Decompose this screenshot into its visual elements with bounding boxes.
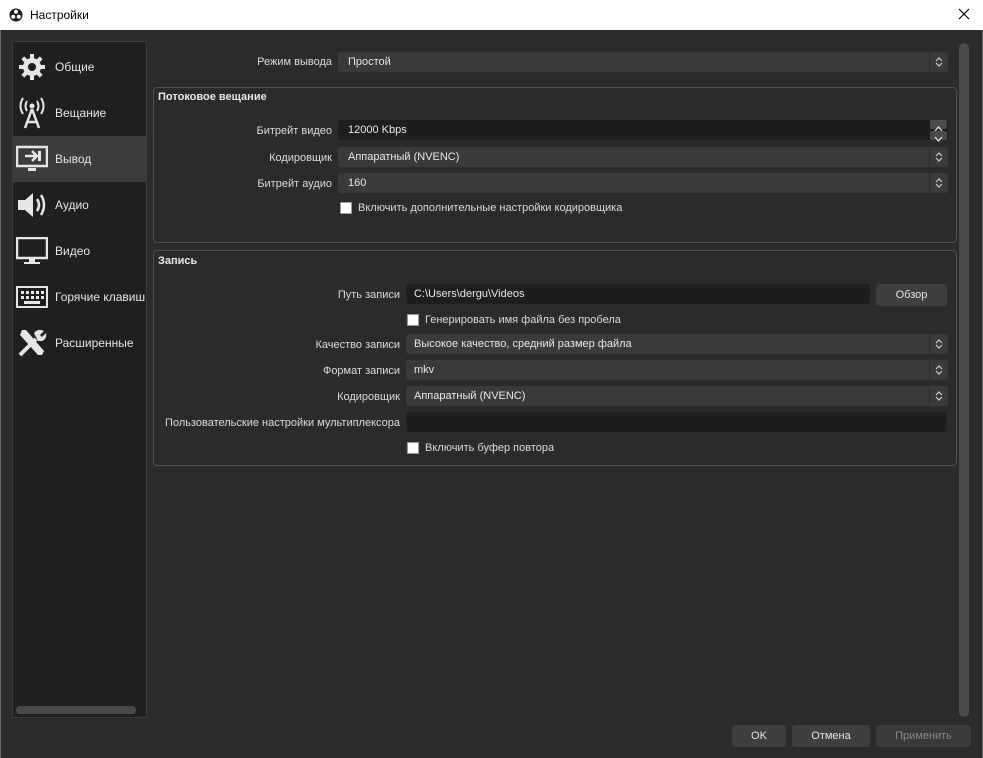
apply-button[interactable]: Применить — [876, 725, 971, 747]
checkbox-box[interactable] — [340, 202, 352, 214]
sidebar-item-output[interactable]: Вывод — [13, 136, 146, 182]
title-bar: Настройки — [0, 0, 983, 30]
bitrate-stepper[interactable] — [930, 120, 948, 142]
recording-format-select[interactable]: mkv — [406, 360, 948, 380]
stream-encoder-label: Кодировщик — [269, 152, 332, 164]
sidebar-item-hotkeys[interactable]: Горячие клавиш — [13, 274, 146, 320]
browse-button[interactable]: Обзор — [876, 284, 947, 306]
sidebar-item-label: Вещание — [55, 106, 107, 120]
sidebar-item-label: Общие — [55, 60, 95, 74]
sidebar-item-label: Видео — [55, 244, 91, 258]
recording-quality-label: Качество записи — [315, 339, 400, 351]
video-bitrate-value: 12000 Kbps — [348, 124, 407, 136]
stepper-up-icon[interactable] — [930, 120, 947, 132]
stepper-down-icon[interactable] — [930, 131, 947, 142]
broadcast-icon — [15, 96, 49, 130]
streaming-group-title: Потоковое вещание — [158, 91, 267, 103]
output-mode-value: Простой — [348, 56, 391, 68]
output-mode-label: Режим вывода — [257, 56, 332, 68]
sidebar-item-label: Аудио — [55, 198, 89, 212]
updown-arrows-icon — [929, 386, 948, 406]
recording-quality-select[interactable]: Высокое качество, средний размер файла — [406, 334, 948, 354]
audio-bitrate-select[interactable]: 160 — [338, 173, 948, 193]
sidebar-horizontal-scrollbar[interactable] — [16, 706, 136, 714]
updown-arrows-icon — [929, 360, 948, 380]
replay-buffer-checkbox[interactable]: Включить буфер повтора — [407, 442, 554, 454]
keyboard-icon — [15, 280, 49, 314]
tools-icon — [15, 326, 49, 360]
sidebar-item-general[interactable]: Общие — [13, 44, 146, 90]
obs-logo-icon — [9, 8, 23, 22]
sidebar-item-label: Вывод — [55, 152, 92, 166]
recording-encoder-value: Аппаратный (NVENC) — [414, 390, 526, 402]
muxer-settings-input[interactable] — [406, 412, 947, 432]
no-space-filename-checkbox[interactable]: Генерировать имя файла без пробела — [407, 314, 621, 326]
recording-format-value: mkv — [414, 364, 435, 376]
advanced-encoder-checkbox-label: Включить дополнительные настройки кодиро… — [358, 202, 623, 214]
stream-encoder-value: Аппаратный (NVENC) — [348, 151, 460, 163]
recording-path-label: Путь записи — [337, 289, 400, 301]
output-mode-select[interactable]: Простой — [338, 52, 948, 72]
checkbox-box[interactable] — [407, 314, 419, 326]
audio-bitrate-value: 160 — [348, 177, 367, 189]
muxer-settings-label: Пользовательские настройки мультиплексор… — [165, 417, 400, 429]
monitor-icon — [15, 234, 49, 268]
updown-arrows-icon — [929, 334, 948, 354]
recording-path-value: C:\Users\dergu\Videos — [414, 288, 525, 300]
stream-encoder-select[interactable]: Аппаратный (NVENC) — [338, 147, 948, 167]
sidebar-item-stream[interactable]: Вещание — [13, 90, 146, 136]
sidebar-item-label: Горячие клавиш — [55, 290, 146, 304]
recording-format-label: Формат записи — [322, 365, 400, 377]
advanced-encoder-checkbox[interactable]: Включить дополнительные настройки кодиро… — [340, 202, 622, 214]
close-icon[interactable] — [955, 5, 973, 23]
recording-encoder-label: Кодировщик — [337, 391, 400, 403]
updown-arrows-icon — [929, 173, 948, 193]
ok-button[interactable]: OK — [732, 725, 786, 747]
no-space-filename-label: Генерировать имя файла без пробела — [425, 314, 621, 326]
video-bitrate-spinbox[interactable]: 12000 Kbps — [338, 120, 948, 142]
sidebar-item-audio[interactable]: Аудио — [13, 182, 146, 228]
cancel-button[interactable]: Отмена — [792, 725, 870, 747]
sidebar-item-video[interactable]: Видео — [13, 228, 146, 274]
sidebar-item-label: Расширенные — [55, 336, 134, 350]
checkbox-box[interactable] — [407, 442, 419, 454]
audio-bitrate-label: Битрейт аудио — [257, 178, 332, 190]
window-title: Настройки — [30, 8, 89, 22]
speaker-icon — [15, 188, 49, 222]
updown-arrows-icon — [929, 147, 948, 167]
recording-group-title: Запись — [158, 255, 198, 267]
gear-icon — [15, 50, 49, 84]
replay-buffer-label: Включить буфер повтора — [425, 442, 555, 454]
sidebar-item-advanced[interactable]: Расширенные — [13, 320, 146, 366]
recording-quality-value: Высокое качество, средний размер файла — [414, 338, 632, 350]
vertical-scrollbar[interactable] — [959, 43, 969, 717]
recording-path-input[interactable]: C:\Users\dergu\Videos — [406, 284, 870, 304]
settings-sidebar: Общие Вещание Вывод Аудио Видео Горячие … — [12, 41, 147, 718]
recording-group — [153, 250, 957, 466]
video-bitrate-label: Битрейт видео — [256, 125, 332, 137]
output-icon — [15, 142, 49, 176]
recording-encoder-select[interactable]: Аппаратный (NVENC) — [406, 386, 948, 406]
updown-arrows-icon — [929, 52, 948, 72]
